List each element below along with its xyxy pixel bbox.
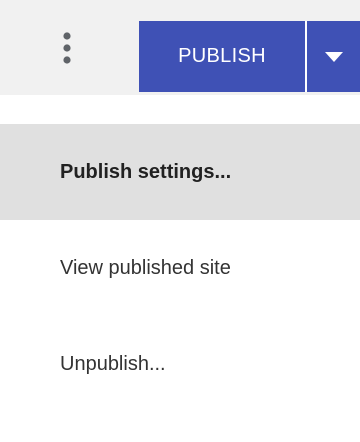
more-options-button[interactable] bbox=[50, 26, 84, 70]
publish-split-button: PUBLISH bbox=[139, 21, 360, 92]
more-vertical-icon bbox=[63, 32, 71, 64]
toolbar: PUBLISH bbox=[0, 0, 360, 95]
menu-item-label: View published site bbox=[60, 256, 231, 279]
publish-menu: Publish settings... View published site … bbox=[0, 95, 360, 442]
menu-item-label: Publish settings... bbox=[60, 160, 232, 183]
publish-button-label: PUBLISH bbox=[178, 45, 266, 67]
menu-item-unpublish[interactable]: Unpublish... bbox=[0, 316, 360, 412]
menu-item-view-published-site[interactable]: View published site bbox=[0, 220, 360, 316]
caret-down-icon bbox=[324, 51, 343, 62]
menu-item-publish-settings[interactable]: Publish settings... bbox=[0, 124, 360, 220]
publish-button[interactable]: PUBLISH bbox=[139, 21, 305, 92]
publish-dropdown-button[interactable] bbox=[307, 21, 360, 92]
menu-item-label: Unpublish... bbox=[60, 352, 166, 375]
